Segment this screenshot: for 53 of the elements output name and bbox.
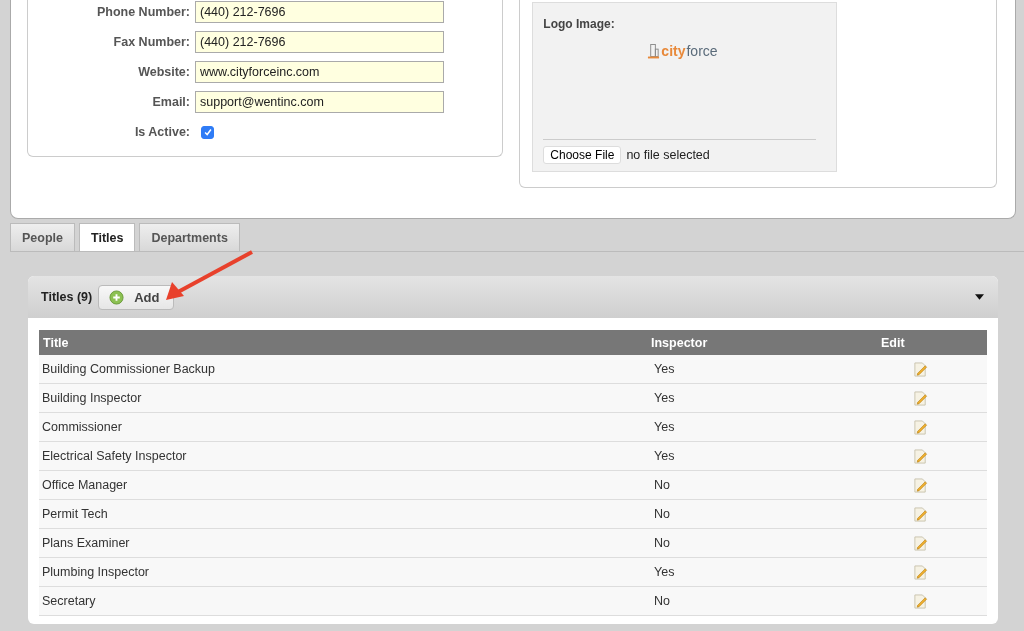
edit-icon[interactable] — [913, 506, 928, 522]
table-cell: Secretary — [39, 586, 647, 616]
table-cell: Yes — [647, 412, 875, 442]
edit-icon[interactable] — [913, 535, 928, 551]
field-label: Website: — [137, 65, 190, 79]
file-status: no file selected — [626, 148, 710, 162]
table-cell: Commissioner — [39, 412, 647, 442]
panel-title: Titles (9) — [41, 290, 93, 304]
edit-icon[interactable] — [913, 477, 928, 493]
tab[interactable]: Titles — [79, 223, 136, 251]
table-cell: Building Inspector — [39, 383, 647, 413]
checkbox[interactable] — [201, 125, 214, 139]
edit-icon[interactable] — [913, 361, 928, 377]
input-field[interactable]: (440) 212-7696 — [195, 1, 444, 23]
column-header: Inspector — [647, 330, 875, 355]
table-cell: Yes — [647, 557, 875, 587]
input-field[interactable]: support@wentinc.com — [195, 91, 444, 113]
field-label: Fax Number: — [112, 35, 190, 49]
field-label: Email: — [151, 95, 190, 109]
logo-text: force — [686, 43, 718, 59]
table-cell: No — [647, 586, 875, 616]
table-cell: Electrical Safety Inspector — [39, 441, 647, 471]
field-label: Phone Number: — [95, 5, 190, 19]
table-cell: No — [647, 499, 875, 529]
logo-label: Logo Image: — [543, 17, 616, 31]
table-cell: Building Commissioner Backup — [39, 355, 647, 384]
table-cell: Plans Examiner — [39, 528, 647, 558]
table-cell: Plumbing Inspector — [39, 557, 647, 587]
edit-icon[interactable] — [913, 390, 928, 406]
table-cell: Office Manager — [39, 470, 647, 500]
table-cell: Yes — [647, 441, 875, 471]
input-field[interactable]: www.cityforceinc.com — [195, 61, 444, 83]
table-cell: No — [647, 528, 875, 558]
input-field[interactable]: (440) 212-7696 — [195, 31, 444, 53]
logo-text: city — [661, 43, 686, 59]
column-header: Edit — [875, 330, 987, 355]
column-header: Title — [39, 330, 647, 355]
edit-icon[interactable] — [913, 419, 928, 435]
edit-icon[interactable] — [913, 564, 928, 580]
table-cell: Yes — [647, 355, 875, 384]
table-cell: Yes — [647, 383, 875, 413]
building-icon — [647, 43, 661, 59]
plus-icon — [109, 289, 125, 305]
choose-file-button[interactable]: Choose File — [543, 146, 622, 164]
table-cell: No — [647, 470, 875, 500]
add-button[interactable]: Add — [98, 284, 175, 310]
tab[interactable]: Departments — [139, 223, 240, 251]
edit-icon[interactable] — [913, 448, 928, 464]
tab[interactable]: People — [10, 223, 75, 251]
caret-icon[interactable] — [975, 294, 984, 300]
edit-icon[interactable] — [913, 593, 928, 609]
table-cell: Permit Tech — [39, 499, 647, 529]
field-label: Is Active: — [133, 125, 190, 139]
